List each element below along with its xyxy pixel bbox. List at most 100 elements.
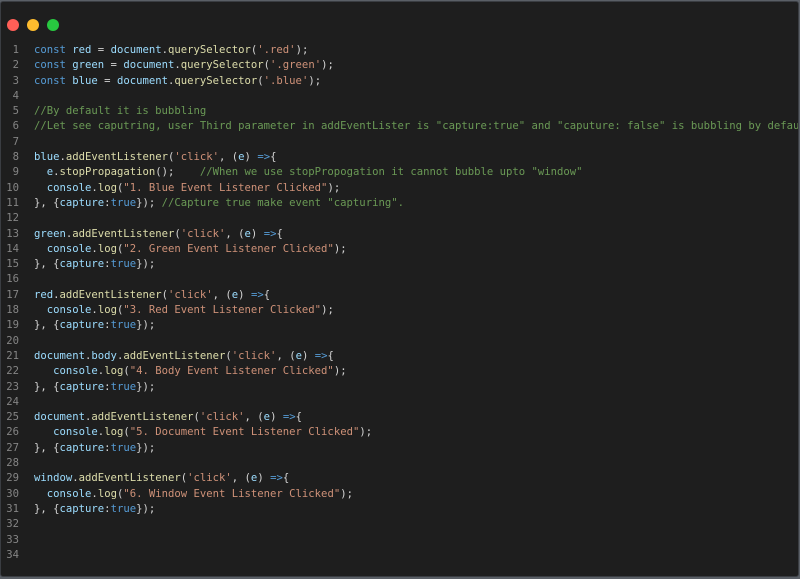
code-token: true: [110, 196, 137, 209]
code-line: 26 console.log("5. Document Event Listen…: [1, 425, 798, 440]
code-token: log: [104, 426, 124, 439]
code-line: 19 }, {capture:true});: [1, 318, 798, 333]
line-number: 19: [6, 319, 19, 332]
code-token: =>: [257, 151, 271, 164]
code-token: {: [295, 411, 302, 424]
code-token: , (: [276, 349, 296, 362]
code-token: document: [34, 349, 86, 362]
code-text: }, {capture:true}); //Capture true make …: [34, 196, 404, 211]
close-window-button[interactable]: [7, 19, 19, 31]
code-token: //When we use stopPropogation it cannot …: [199, 166, 583, 179]
line-number: 13: [6, 227, 19, 240]
line-number: 23: [6, 380, 19, 393]
code-token: console: [53, 426, 98, 439]
code-line: 7: [1, 135, 798, 150]
code-line: 6 //Let see caputring, user Third paramet…: [1, 119, 798, 134]
code-token: red: [34, 288, 54, 301]
code-token: window: [34, 472, 73, 485]
line-number: 1: [12, 44, 19, 56]
line-number: 29: [6, 472, 19, 485]
line-number: 33: [6, 533, 19, 546]
code-token: =>: [282, 411, 296, 424]
code-line: 27}, {capture:true});: [1, 441, 798, 456]
code-line: 16: [1, 272, 798, 287]
window-titlebar: [1, 2, 798, 38]
code-token: document: [110, 44, 162, 56]
code-token: =>: [250, 288, 264, 301]
code-token: , (: [219, 151, 239, 164]
code-line: 25 document.addEventListener('click', (e)…: [1, 410, 798, 425]
code-line: 31}, {capture:true});: [1, 502, 798, 517]
line-number: 21: [6, 349, 19, 362]
code-token: //Let see caputring, user Third paramete…: [34, 120, 799, 133]
code-token: =: [104, 59, 124, 72]
code-token: addEventListener: [123, 349, 226, 362]
code-token: "3. Red Event Listener Clicked": [123, 304, 322, 317]
code-token: "1. Blue Event Listener Clicked": [123, 181, 328, 194]
code-token: capture: [59, 502, 105, 515]
code-token: log: [104, 365, 124, 378]
code-text: const red = document.querySelector('.red…: [34, 43, 308, 58]
code-line: 1 const red = document.querySelector('.re…: [1, 43, 798, 58]
code-token: //By default it is bubbling: [34, 105, 207, 118]
code-line: 34: [1, 548, 798, 563]
code-text: }, {capture:true});: [34, 380, 155, 395]
code-token: });: [136, 380, 156, 393]
code-text: //By default it is bubbling: [34, 104, 206, 119]
code-text: }, {capture:true});: [34, 502, 155, 517]
line-number: 18: [6, 304, 19, 317]
code-token: ): [244, 151, 258, 164]
code-token: }, {: [34, 502, 60, 515]
code-token: document: [123, 59, 175, 72]
code-token: "4. Body Event Listener Clicked": [129, 365, 334, 378]
code-token: , (: [212, 288, 232, 301]
code-line: 29 window.addEventListener('click', (e) =…: [1, 471, 798, 486]
code-token: addEventListener: [59, 288, 162, 301]
code-token: );: [327, 181, 341, 194]
code-token: true: [110, 502, 137, 515]
code-editor[interactable]: 1 const red = document.querySelector('.re…: [1, 43, 798, 563]
code-line: 22 console.log("4. Body Event Listener C…: [1, 364, 798, 379]
line-number: 24: [6, 395, 19, 408]
code-token: );: [308, 74, 322, 87]
code-token: '.green': [270, 59, 322, 72]
code-line: 3 const blue = document.querySelector('.b…: [1, 74, 798, 89]
code-token: console: [46, 304, 92, 317]
code-token: {: [263, 288, 271, 301]
maximize-window-button[interactable]: [47, 19, 59, 31]
code-line: 14 console.log("2. Green Event Listener …: [1, 242, 798, 257]
minimize-window-button[interactable]: [27, 19, 39, 31]
code-token: }, {: [34, 380, 60, 393]
code-token: =>: [270, 472, 283, 485]
code-token: 'click': [231, 349, 277, 362]
code-text: blue.addEventListener('click', (e) =>{: [34, 150, 276, 165]
code-line: 28: [1, 456, 798, 471]
code-token: });: [136, 196, 162, 209]
code-token: );: [321, 304, 334, 317]
code-line: 33: [1, 533, 798, 548]
code-token: });: [136, 502, 156, 515]
code-token: document: [116, 74, 168, 87]
code-token: blue: [34, 151, 60, 164]
code-token: console: [46, 487, 92, 500]
code-token: const: [34, 59, 66, 72]
code-token: });: [136, 319, 156, 332]
code-text: }, {capture:true});: [34, 318, 155, 333]
code-token: =>: [263, 227, 277, 240]
code-token: '.blue': [263, 74, 309, 87]
code-line: 12: [1, 211, 798, 226]
code-token: =: [97, 74, 117, 87]
code-line: 30 console.log("6. Window Event Listener…: [1, 487, 798, 502]
code-token: addEventListener: [91, 411, 194, 424]
line-number: 30: [6, 487, 19, 500]
code-token: 'click': [180, 227, 226, 240]
line-number: 3: [12, 74, 19, 87]
code-text: e.stopPropagation(); //When we use stopP…: [34, 165, 583, 180]
code-token: {: [276, 227, 283, 240]
code-token: addEventListener: [72, 227, 175, 240]
line-number: 6: [12, 120, 19, 133]
